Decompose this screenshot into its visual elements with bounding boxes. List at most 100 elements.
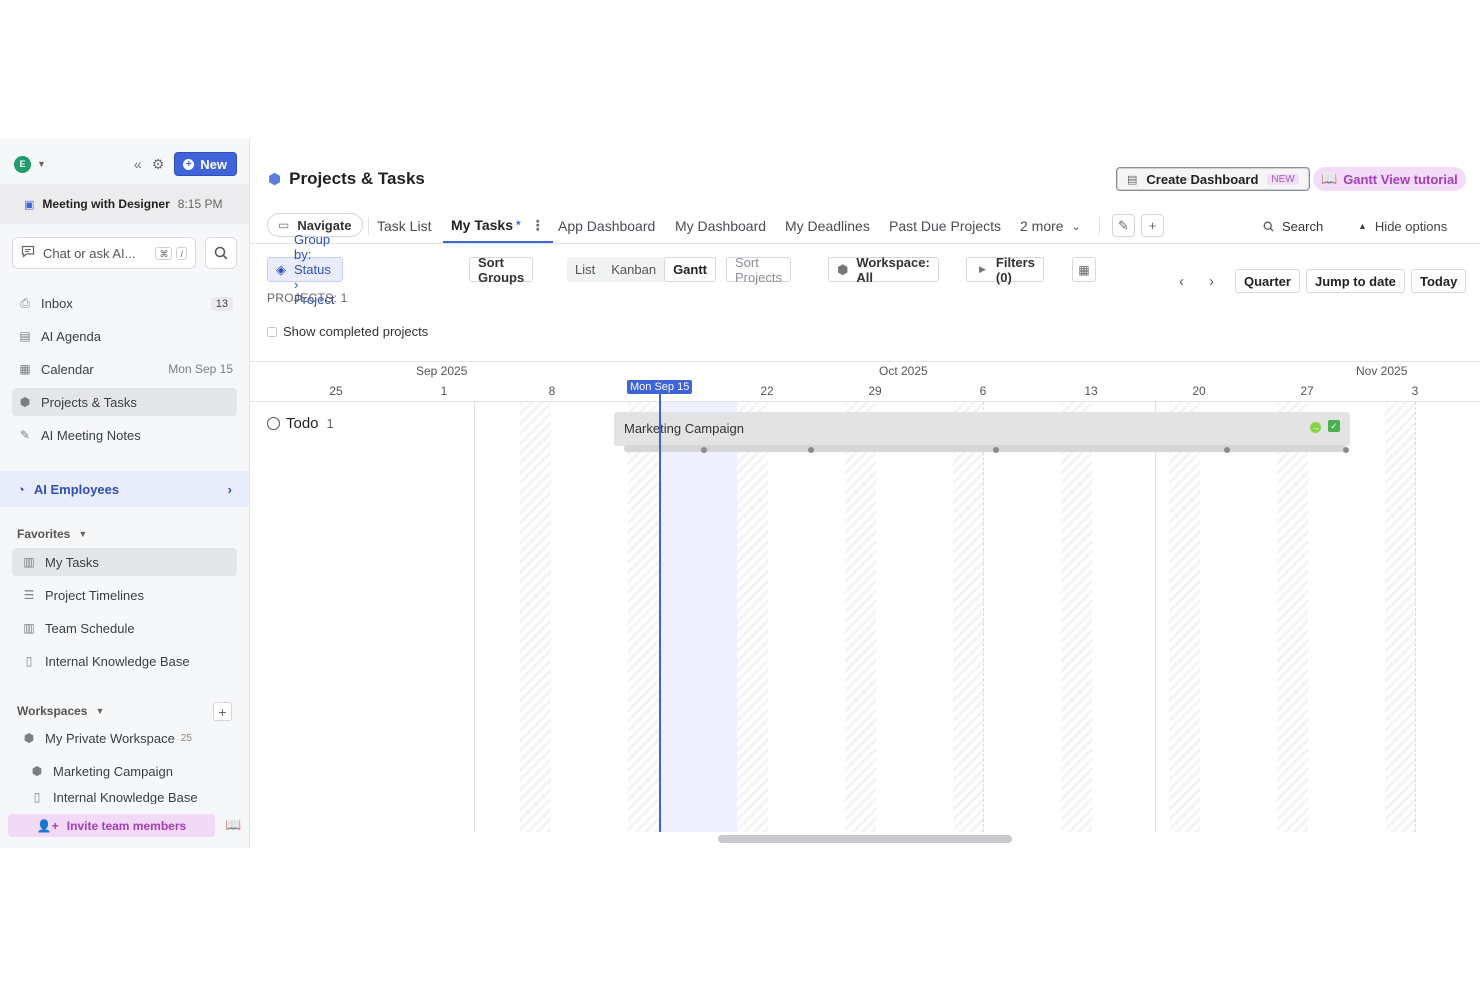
tab-search[interactable]: Search — [1263, 209, 1323, 243]
document-icon: ▯ — [25, 654, 33, 668]
sort-groups-button[interactable]: Sort Groups — [469, 255, 534, 285]
add-tab-button[interactable]: + — [1141, 214, 1164, 237]
plus-icon: + — [1148, 218, 1157, 233]
weekend-stripe — [628, 402, 659, 832]
sidebar-item-inbox[interactable]: ⎙ Inbox 13 — [12, 289, 237, 317]
unsaved-marker: * — [516, 218, 521, 232]
sidebar-item-marketing-campaign[interactable]: ⬢ Marketing Campaign — [12, 757, 237, 785]
day-label: 6 — [979, 384, 987, 398]
tab-app-dashboard[interactable]: App Dashboard — [558, 209, 655, 243]
upcoming-meeting[interactable]: ▣ Meeting with Designer 8:15 PM — [0, 184, 249, 224]
sidebar-item-label: Marketing Campaign — [53, 763, 173, 779]
sidebar-item-team-schedule[interactable]: ▥ Team Schedule — [12, 614, 237, 642]
group-row-todo[interactable]: Todo 1 — [267, 415, 334, 432]
favorites-title: Favorites — [17, 527, 71, 541]
milestone-dot[interactable] — [1224, 447, 1230, 453]
milestone-dot[interactable] — [808, 447, 814, 453]
view-kanban[interactable]: Kanban — [603, 257, 664, 282]
view-list[interactable]: List — [567, 257, 603, 282]
sidebar-item-label: My Private Workspace — [45, 730, 175, 746]
gantt-tutorial-button[interactable]: 📖 Gantt View tutorial — [1313, 167, 1466, 191]
layers-icon: ◈ — [276, 261, 286, 277]
today-button[interactable]: Today — [1411, 269, 1467, 293]
avatar[interactable]: E — [14, 155, 31, 173]
view-gantt[interactable]: Gantt — [664, 257, 717, 282]
sidebar-item-projects-tasks[interactable]: ⬢ Projects & Tasks — [12, 388, 237, 416]
workspaces-header[interactable]: Workspaces ▼ — [17, 704, 104, 718]
tab-more[interactable]: 2 more ⌄ — [1020, 209, 1081, 243]
milestone-dot[interactable] — [1343, 447, 1349, 453]
month-label: Oct 2025 — [879, 364, 928, 378]
sidebar: E ▼ « ⚙ + New ▣ Meeting with Designer 8:… — [0, 139, 250, 848]
tab-past-due-projects[interactable]: Past Due Projects — [889, 209, 1001, 243]
divider — [368, 217, 369, 235]
cube-icon: ⬢ — [837, 261, 849, 277]
calendar-picker-button[interactable]: ▦ — [1072, 257, 1096, 282]
tab-my-dashboard[interactable]: My Dashboard — [675, 209, 766, 243]
tab-label: App Dashboard — [558, 218, 656, 234]
weekend-stripe — [520, 402, 551, 832]
quarter-button[interactable]: Quarter — [1235, 269, 1300, 293]
divider — [1099, 217, 1100, 235]
new-badge: NEW — [1267, 173, 1299, 185]
sidebar-item-ai-agenda[interactable]: ▤ AI Agenda — [12, 322, 237, 350]
sidebar-search-button[interactable] — [205, 237, 237, 269]
horizontal-scrollbar[interactable] — [718, 835, 1012, 843]
invite-label: Invite team members — [66, 818, 187, 833]
timeline-header: Sep 2025 Oct 2025 Nov 2025 25 1 8 22 29 … — [250, 362, 1480, 402]
sidebar-top: E ▼ « ⚙ + New — [14, 151, 237, 177]
sidebar-item-my-private-workspace[interactable]: ⬢ My Private Workspace 25 — [12, 724, 237, 752]
hide-options-button[interactable]: ▲ Hide options — [1358, 209, 1447, 243]
invite-team-button[interactable]: 👤+ Invite team members — [8, 814, 215, 837]
chevron-left-icon[interactable]: ‹ — [1179, 269, 1184, 293]
sidebar-item-label: Project Timelines — [45, 587, 144, 603]
group-by-button[interactable]: ◈ Group by: Status › Project — [267, 232, 344, 307]
sidebar-item-project-timelines[interactable]: ☰ Project Timelines — [12, 581, 237, 609]
ai-employees-label: AI Employees — [33, 481, 120, 497]
jump-to-date-button[interactable]: Jump to date — [1306, 269, 1405, 293]
month-divider — [1415, 402, 1416, 832]
edit-tabs-button[interactable]: ✎ — [1112, 214, 1135, 237]
milestone-dot[interactable] — [993, 447, 999, 453]
calendar-icon: ▣ — [24, 198, 35, 211]
filters-button[interactable]: ▶ Filters (0) — [966, 255, 1044, 285]
sidebar-item-my-tasks[interactable]: ▥ My Tasks — [12, 548, 237, 576]
add-workspace-button[interactable]: + — [213, 702, 232, 721]
quarter-label: Quarter — [1244, 273, 1291, 289]
meeting-title: Meeting with Designer — [42, 197, 170, 211]
chevron-down-icon[interactable]: ▼ — [37, 159, 46, 169]
tab-task-list[interactable]: Task List — [377, 209, 431, 243]
tab-my-deadlines[interactable]: My Deadlines — [785, 209, 870, 243]
sort-projects-button[interactable]: Sort Projects — [726, 254, 791, 285]
calendar-icon: ▦ — [1078, 262, 1090, 277]
new-button[interactable]: + New — [174, 152, 237, 176]
search-label: Search — [1282, 218, 1324, 234]
view-tabs: ▭ Navigate Task List My Tasks * ⋮ App Da… — [250, 209, 1480, 244]
sidebar-item-ai-meeting-notes[interactable]: ✎ AI Meeting Notes — [12, 421, 237, 449]
chat-input[interactable]: Chat or ask AI... ⌘ / — [12, 237, 196, 269]
more-vertical-icon[interactable]: ⋮ — [531, 217, 545, 234]
agenda-icon: ▤ — [19, 329, 31, 343]
sidebar-item-calendar[interactable]: ▦ Calendar Mon Sep 15 — [12, 355, 237, 383]
collapse-sidebar-icon[interactable]: « — [134, 156, 142, 172]
gantt-bar-marketing-campaign[interactable]: Marketing Campaign → ✓ — [614, 412, 1350, 453]
group-label: Todo — [286, 415, 319, 432]
checkbox[interactable] — [267, 326, 277, 337]
workspace-filter-button[interactable]: ⬢ Workspace: All — [828, 255, 939, 285]
favorites-header[interactable]: Favorites ▼ — [17, 527, 87, 541]
tab-my-tasks[interactable]: My Tasks * ⋮ — [443, 209, 553, 243]
sidebar-item-internal-knowledge-base[interactable]: ▯ Internal Knowledge Base — [12, 647, 237, 675]
chevron-right-icon[interactable]: › — [1209, 269, 1214, 293]
ai-employees-link[interactable]: ◔ AI Employees › — [0, 471, 249, 507]
weekend-stripe — [1277, 402, 1308, 832]
show-completed-toggle[interactable]: Show completed projects — [267, 324, 428, 339]
book-icon[interactable]: 📖 — [225, 817, 241, 833]
meeting-time: 8:15 PM — [177, 197, 223, 211]
create-dashboard-button[interactable]: ▤ Create Dashboard NEW — [1116, 167, 1310, 191]
sort-projects-label: Sort Projects — [735, 254, 782, 285]
main-panel: ⬢ Projects & Tasks ▤ Create Dashboard NE… — [250, 139, 1480, 848]
sidebar-item-internal-knowledge-base-ws[interactable]: ▯ Internal Knowledge Base — [12, 790, 237, 804]
gear-icon[interactable]: ⚙ — [152, 156, 165, 173]
plus-icon: + — [183, 158, 195, 170]
milestone-dot[interactable] — [701, 447, 707, 453]
